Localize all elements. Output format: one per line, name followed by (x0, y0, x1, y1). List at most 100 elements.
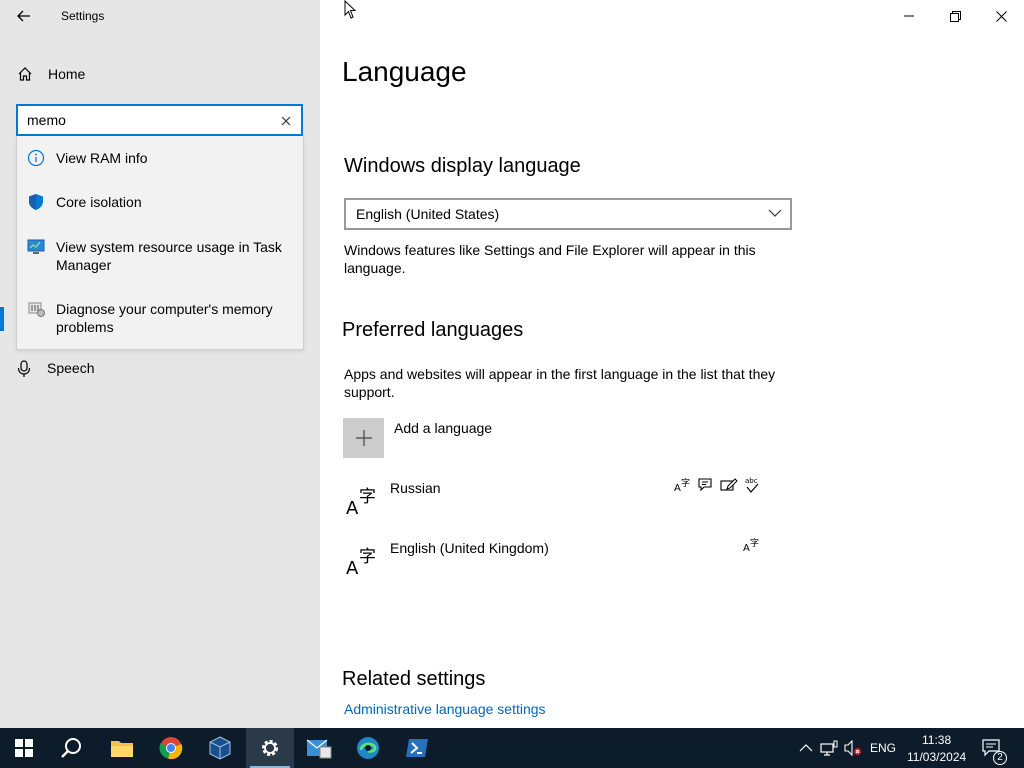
memory-diagnostic-icon (28, 302, 45, 317)
suggestion-label: View RAM info (56, 150, 148, 166)
search-input[interactable] (27, 111, 277, 129)
mail-icon (306, 739, 332, 759)
svg-text:字: 字 (750, 537, 759, 549)
svg-text:字: 字 (359, 547, 376, 567)
close-icon (281, 116, 291, 126)
clock-time[interactable]: 11:38 (922, 733, 951, 747)
close-icon (995, 10, 1007, 22)
language-item-russian[interactable]: A 字 Russian A字 abc (344, 477, 784, 524)
taskbar-powershell[interactable] (393, 728, 441, 768)
virtualbox-icon (209, 736, 231, 760)
volume-muted-icon (844, 740, 861, 756)
clock-date[interactable]: 11/03/2024 (907, 750, 966, 764)
network-status-button[interactable] (819, 738, 839, 758)
preferred-languages-heading: Preferred languages (342, 319, 524, 341)
monitor-icon (27, 239, 45, 254)
minimize-icon (904, 15, 914, 17)
language-name: English (United Kingdom) (390, 540, 549, 556)
chevron-down-icon (768, 209, 782, 217)
suggestion-label: View system resource usage in Task Manag… (56, 239, 282, 273)
start-button[interactable] (0, 728, 48, 768)
shield-icon (29, 194, 43, 210)
nav-speech[interactable]: Speech (16, 356, 306, 382)
svg-text:A: A (743, 543, 750, 554)
add-icon-box (343, 418, 384, 458)
suggestion-memory-diagnostic[interactable]: Diagnose your computer's memory problems (17, 297, 303, 337)
plus-icon (355, 430, 372, 446)
language-glyph-icon: A 字 (346, 487, 376, 519)
chevron-up-icon (799, 744, 813, 752)
network-icon (820, 740, 838, 756)
language-name: Russian (390, 480, 441, 496)
suggestion-label: Diagnose your computer's memory problems (56, 301, 273, 335)
language-glyph-icon: A 字 (346, 547, 376, 579)
taskbar-mail[interactable] (295, 728, 343, 768)
microphone-icon (17, 360, 31, 377)
preferred-languages-description: Apps and websites will appear in the fir… (344, 366, 776, 400)
nav-home-label: Home (48, 66, 86, 82)
home-icon (18, 67, 32, 81)
svg-text:字: 字 (681, 477, 690, 489)
edge-icon (357, 737, 379, 759)
notification-count-badge: 2 (993, 751, 1007, 765)
close-window-button[interactable] (978, 0, 1024, 32)
svg-text:A: A (674, 483, 681, 494)
search-icon (61, 738, 81, 758)
administrative-language-settings-link[interactable]: Administrative language settings (344, 701, 546, 717)
suggestion-view-ram-info[interactable]: View RAM info (17, 146, 303, 176)
speech-icon (698, 478, 712, 492)
back-arrow-icon (17, 10, 30, 22)
page-title: Language (342, 56, 467, 87)
powershell-icon (406, 739, 428, 757)
handwriting-icon (720, 478, 738, 491)
svg-text:abc: abc (745, 477, 758, 485)
taskbar-search-button[interactable] (48, 728, 96, 768)
svg-text:字: 字 (359, 487, 376, 507)
settings-icon (262, 740, 278, 756)
info-icon (27, 149, 45, 167)
nav-speech-label: Speech (47, 360, 95, 376)
start-icon (15, 739, 33, 757)
related-settings-heading: Related settings (342, 668, 486, 690)
show-hidden-icons-button[interactable] (796, 738, 816, 758)
clear-search-button[interactable] (277, 112, 295, 130)
spellcheck-icon: abc (745, 477, 759, 493)
chrome-icon (159, 737, 183, 760)
volume-button[interactable] (843, 738, 863, 758)
title-bar-left: Settings (0, 0, 320, 32)
restore-icon (949, 10, 961, 22)
input-language-indicator[interactable]: ENG (870, 741, 896, 755)
taskbar-chrome[interactable] (147, 728, 195, 768)
back-button[interactable] (10, 4, 38, 28)
suggestion-core-isolation[interactable]: Core isolation (17, 190, 303, 220)
language-item-english-uk[interactable]: A 字 English (United Kingdom) A字 (344, 537, 784, 584)
settings-sidebar: Settings Home View RAM info Core isolati… (0, 0, 320, 728)
file-explorer-icon (111, 741, 133, 757)
mouse-cursor-icon (344, 0, 357, 19)
nav-home[interactable]: Home (16, 60, 306, 88)
svg-text:A: A (346, 558, 359, 579)
taskbar-edge[interactable] (344, 728, 392, 768)
display-language-select[interactable]: English (United States) (344, 198, 792, 230)
display-language-description: Windows features like Settings and File … (344, 242, 756, 276)
display-language-value: English (United States) (356, 206, 500, 222)
add-language-label: Add a language (394, 420, 493, 436)
taskbar-file-explorer[interactable] (98, 728, 146, 768)
display-language-heading: Windows display language (344, 155, 581, 177)
svg-text:A: A (346, 498, 359, 519)
search-suggestions: View RAM info Core isolation View system… (16, 136, 304, 350)
taskbar-settings[interactable] (246, 728, 294, 768)
settings-main-pane: Language Windows display language Englis… (320, 0, 1024, 728)
suggestion-task-manager[interactable]: View system resource usage in Task Manag… (17, 235, 303, 275)
suggestion-label: Core isolation (56, 194, 142, 210)
add-language-button[interactable]: Add a language (343, 418, 543, 458)
display-language-icon: A字 (743, 537, 759, 554)
taskbar-virtualbox[interactable] (196, 728, 244, 768)
selected-nav-indicator (0, 307, 4, 331)
taskbar: ENG 11:38 11/03/2024 2 (0, 728, 1024, 768)
app-title: Settings (61, 9, 105, 23)
restore-button[interactable] (932, 0, 978, 32)
search-box[interactable] (16, 104, 303, 136)
minimize-button[interactable] (886, 0, 932, 32)
display-language-icon: A字 (674, 477, 690, 494)
